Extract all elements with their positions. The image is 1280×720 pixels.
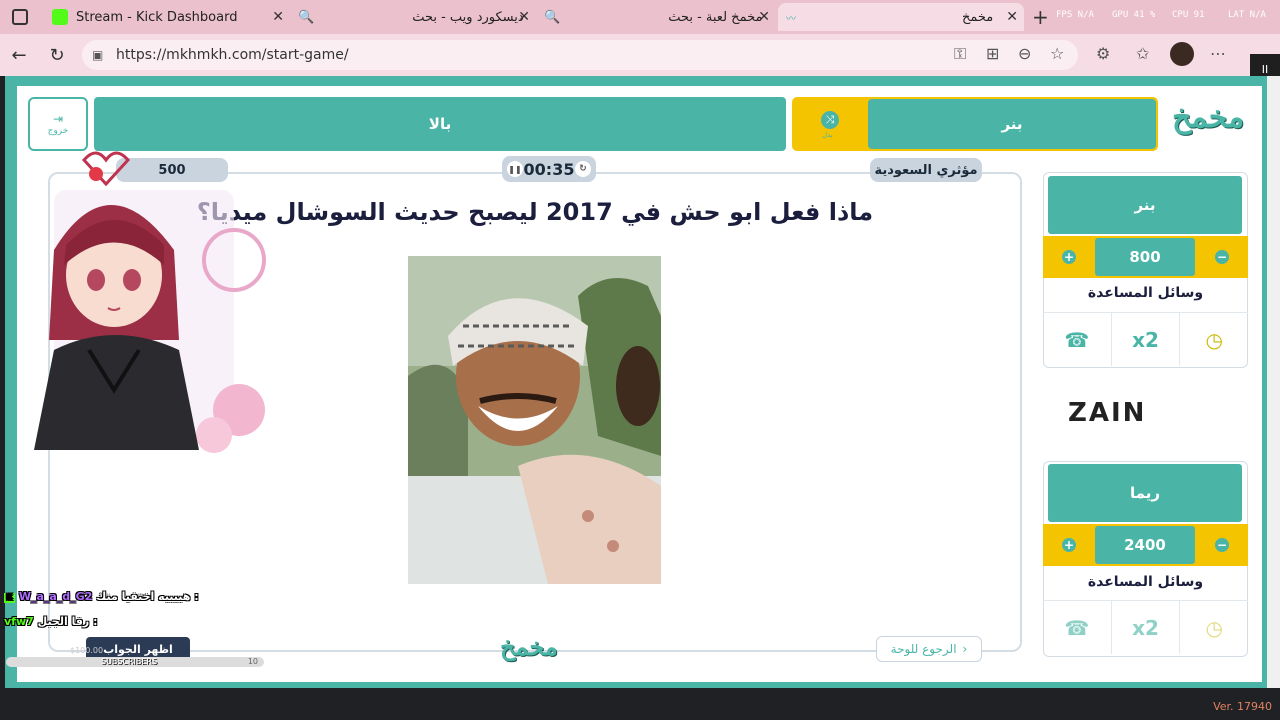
close-tab-icon[interactable]: ✕: [272, 9, 284, 25]
version-label: Ver. 17940: [1213, 700, 1272, 713]
extensions-icon[interactable]: ⚙: [1096, 44, 1110, 63]
vtuber-avatar: [14, 150, 274, 460]
profile-avatar[interactable]: [1170, 42, 1194, 66]
plus-icon[interactable]: +: [1062, 538, 1076, 552]
address-bar-row: ← ↻ ▣ https://mkhmkh.com/start-game/ ⚿ ⊞…: [0, 34, 1280, 84]
hud-lat: LAT N/A: [1228, 10, 1266, 20]
team-2-aids-title: وسائل المساعدة: [1087, 574, 1204, 590]
zain-logo: ZAIN: [1068, 398, 1147, 428]
tab-mkhmkh-search[interactable]: 🔍 مخمخ لعبة - بحث ✕: [536, 3, 776, 31]
bottom-strip: [0, 688, 1280, 720]
kick-icon: [52, 9, 68, 25]
apps-icon[interactable]: ⊞: [986, 44, 999, 63]
search-icon: 🔍: [298, 9, 315, 25]
chat-message: K W_a_a_d_G2 هييييه اختفيا منك :: [4, 590, 199, 603]
call-friend-icon[interactable]: ☎: [1043, 313, 1112, 366]
team-1-aids: ☎ x2 ◷: [1043, 312, 1248, 366]
team-1-aids-title: وسائل المساعدة: [1087, 285, 1204, 301]
chat-message: vfw7 رقا الجبل :: [4, 615, 98, 628]
stopwatch-icon[interactable]: ◷: [1180, 313, 1248, 366]
tab-mkhmkh[interactable]: 〰 مخمخ ✕: [778, 3, 1024, 31]
close-tab-icon[interactable]: ✕: [518, 9, 530, 25]
team-1-name: بنر: [1048, 176, 1242, 234]
minus-icon[interactable]: −: [1215, 538, 1229, 552]
plus-icon[interactable]: +: [1062, 250, 1076, 264]
new-tab-button[interactable]: +: [1032, 5, 1049, 29]
close-tab-icon[interactable]: ✕: [758, 9, 770, 25]
team-1-score: 800: [1095, 238, 1195, 276]
site-info-icon[interactable]: ▣: [92, 48, 103, 62]
team-right-header[interactable]: بنر: [868, 99, 1156, 149]
team-2-name: ريما: [1048, 464, 1242, 522]
key-icon[interactable]: ⚿: [954, 44, 966, 64]
mkhmkh-icon: 〰: [786, 13, 796, 25]
chevron-right-icon: ›: [962, 642, 968, 656]
tab-kick-dashboard[interactable]: Stream - Kick Dashboard ✕: [44, 3, 290, 31]
close-tab-icon[interactable]: ✕: [1006, 9, 1018, 25]
scrollbar[interactable]: [1267, 76, 1280, 688]
hud-fps: FPS N/A: [1056, 10, 1094, 20]
swap-icon[interactable]: ⤨: [821, 111, 839, 129]
hud-cpu: CPU 91: [1172, 10, 1205, 20]
exit-icon: ⇥: [52, 112, 64, 126]
footer-logo: مخمخ: [500, 632, 558, 661]
timer: ❚❚ 00:35 ↻: [502, 156, 596, 182]
favorite-star-icon[interactable]: ☆: [1050, 44, 1064, 63]
double-points-icon[interactable]: x2: [1112, 313, 1181, 366]
pause-icon[interactable]: ❚❚: [507, 161, 523, 177]
favorites-icon[interactable]: ✩: [1136, 44, 1149, 63]
double-points-icon[interactable]: x2: [1112, 601, 1181, 654]
minus-icon[interactable]: −: [1215, 250, 1229, 264]
subscriber-goal-bar: $100.00 SUBSCRIBERS 10: [6, 646, 264, 667]
tab-actions-icon[interactable]: [12, 9, 28, 25]
exit-button[interactable]: ⇥ خروج: [28, 97, 88, 151]
search-icon: 🔍: [544, 9, 561, 25]
back-to-board-button[interactable]: الرجوع للوحة ›: [876, 636, 982, 662]
mkhmkh-logo: مخمخ: [1172, 100, 1245, 135]
reset-timer-icon[interactable]: ↻: [575, 161, 591, 177]
team-2-aids: ☎ x2 ◷: [1043, 600, 1248, 654]
swap-label: بدل: [822, 131, 833, 139]
question-image: [408, 256, 661, 584]
kick-badge-icon: K: [4, 593, 15, 603]
category-badge: مؤثري السعودية: [870, 158, 982, 182]
hud-gpu: GPU 41 %: [1112, 10, 1156, 20]
call-friend-icon[interactable]: ☎: [1043, 601, 1112, 654]
team-left-header[interactable]: بالا: [94, 97, 786, 151]
stopwatch-icon[interactable]: ◷: [1180, 601, 1248, 654]
zoom-icon[interactable]: ⊖: [1018, 44, 1031, 63]
back-arrow-icon[interactable]: ←: [6, 42, 32, 68]
team-2-score: 2400: [1095, 526, 1195, 564]
url-field[interactable]: ▣ https://mkhmkh.com/start-game/: [82, 40, 1078, 70]
browser-tab-bar: Stream - Kick Dashboard ✕ 🔍 ديسكورد ويب …: [0, 0, 1280, 34]
more-menu-icon[interactable]: ⋯: [1210, 44, 1226, 63]
tab-discord-search[interactable]: 🔍 ديسكورد ويب - بحث ✕: [290, 3, 536, 31]
reload-icon[interactable]: ↻: [44, 42, 70, 68]
